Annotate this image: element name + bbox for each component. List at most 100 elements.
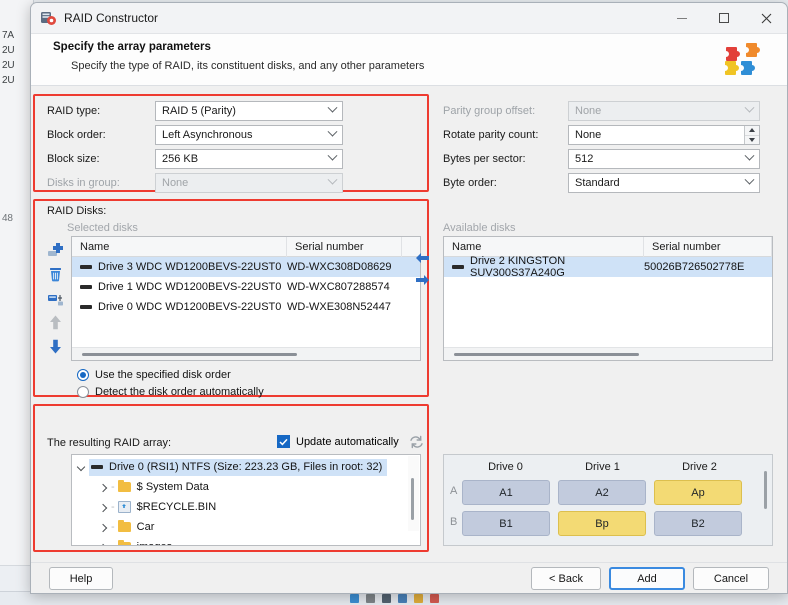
folder-icon	[117, 539, 131, 545]
raid-constructor-icon	[40, 10, 57, 27]
block-order-combo[interactable]: Left Asynchronous	[155, 125, 343, 145]
taskbar-icon[interactable]	[397, 594, 407, 603]
scrollbar-thumb[interactable]	[82, 353, 297, 356]
param-block-order[interactable]: Block order: Left Asynchronous	[47, 125, 421, 145]
radio-indicator[interactable]	[77, 369, 89, 381]
bg-fragment: 7A	[2, 30, 14, 41]
close-icon[interactable]	[745, 3, 787, 34]
tree-row-car[interactable]: - Car	[76, 517, 420, 537]
radio-detect-order-automatically[interactable]: Detect the disk order automatically	[77, 386, 264, 398]
chevron-right-icon[interactable]	[98, 482, 109, 493]
tree-row-system-data[interactable]: - $ System Data	[76, 477, 420, 497]
chevron-right-icon[interactable]	[98, 522, 109, 533]
disk-serial: WD-WXC807288574	[287, 281, 390, 293]
chevron-down-icon[interactable]	[76, 462, 87, 473]
byte-order-combo[interactable]: Standard	[568, 173, 760, 193]
clone-disk-icon[interactable]	[47, 290, 64, 307]
window-controls	[661, 3, 787, 34]
radio-indicator[interactable]	[77, 386, 89, 398]
scrollbar-thumb[interactable]	[454, 353, 639, 356]
delete-disk-icon[interactable]	[47, 266, 64, 283]
raid-array-tree[interactable]: Drive 0 (RSI1) NTFS (Size: 223.23 GB, Fi…	[71, 454, 421, 546]
dialog-footer: Help < Back Add Cancel	[31, 562, 787, 593]
rotate-parity-count-input[interactable]: None	[568, 125, 760, 145]
raid-cell-a2: A2	[558, 480, 646, 505]
selected-disks-list[interactable]: Name Serial number Drive 3 WDC WD1200BEV…	[71, 236, 421, 361]
param-raid-type[interactable]: RAID type: RAID 5 (Parity)	[47, 101, 421, 121]
horizontal-scrollbar[interactable]	[72, 347, 420, 360]
horizontal-scrollbar[interactable]	[444, 347, 772, 360]
parity-group-offset-combo: None	[568, 101, 760, 121]
taskbar-icon[interactable]	[413, 594, 423, 603]
disk-icon	[80, 305, 92, 309]
tree-row-images[interactable]: - images	[76, 537, 420, 546]
tree-item-label: Drive 0 (RSI1) NTFS (Size: 223.23 GB, Fi…	[109, 461, 383, 473]
table-row[interactable]: Drive 3 WDC WD1200BEVS-22UST0 WD-WXC308D…	[72, 257, 420, 277]
folder-icon	[117, 479, 131, 492]
bg-fragment: 2U	[2, 45, 15, 56]
back-button[interactable]: < Back	[531, 567, 601, 590]
tree-row-drive[interactable]: Drive 0 (RSI1) NTFS (Size: 223.23 GB, Fi…	[76, 457, 420, 477]
taskbar-icon[interactable]	[429, 594, 439, 603]
move-down-icon[interactable]	[47, 338, 64, 355]
chevron-right-icon[interactable]	[98, 502, 109, 513]
raid-type-combo[interactable]: RAID 5 (Parity)	[155, 101, 343, 121]
title-bar[interactable]: RAID Constructor	[31, 3, 787, 34]
available-disks-list[interactable]: Name Serial number Drive 2 KINGSTON SUV3…	[443, 236, 773, 361]
row-label-b: B	[450, 516, 458, 528]
chevron-down-icon	[327, 174, 338, 185]
column-header-serial: Serial number	[644, 237, 772, 257]
param-block-size[interactable]: Block size: 256 KB	[47, 149, 421, 169]
taskbar-icon[interactable]	[349, 594, 359, 603]
disk-serial: WD-WXC308D08629	[287, 261, 392, 273]
param-bytes-per-sector[interactable]: Bytes per sector: 512	[443, 149, 773, 169]
cancel-button[interactable]: Cancel	[693, 567, 769, 590]
refresh-icon[interactable]	[409, 435, 424, 452]
param-byte-order[interactable]: Byte order: Standard	[443, 173, 773, 193]
tree-item-label: images	[137, 541, 172, 545]
add-disk-icon[interactable]	[47, 242, 64, 259]
disk-serial: WD-WXE308N52447	[287, 301, 391, 313]
bytes-per-sector-combo[interactable]: 512	[568, 149, 760, 169]
dialog-body: RAID type: RAID 5 (Parity) Block order: …	[31, 86, 787, 593]
help-button[interactable]: Help	[49, 567, 113, 590]
spinner-up-icon[interactable]	[745, 126, 759, 136]
rotate-parity-spinner[interactable]	[744, 126, 759, 144]
tree-row-recycle-bin[interactable]: - $RECYCLE.BIN	[76, 497, 420, 517]
add-button[interactable]: Add	[609, 567, 685, 590]
block-size-combo[interactable]: 256 KB	[155, 149, 343, 169]
column-header-name: Name	[444, 237, 644, 257]
table-row[interactable]: Drive 0 WDC WD1200BEVS-22UST0 WD-WXE308N…	[72, 297, 420, 317]
disk-name: Drive 1 WDC WD1200BEVS-22UST0	[98, 281, 282, 293]
vertical-scrollbar[interactable]	[761, 471, 770, 541]
table-row[interactable]: Drive 1 WDC WD1200BEVS-22UST0 WD-WXC8072…	[72, 277, 420, 297]
chevron-down-icon	[327, 126, 338, 137]
disks-in-group-value: None	[162, 177, 189, 189]
move-left-icon[interactable]	[415, 252, 430, 264]
tree-item-label: $ System Data	[136, 481, 209, 493]
spinner-down-icon[interactable]	[745, 135, 759, 144]
param-rotate-parity-count[interactable]: Rotate parity count: None	[443, 125, 773, 145]
byte-order-value: Standard	[575, 177, 620, 189]
update-automatically-checkbox[interactable]: Update automatically	[277, 435, 399, 448]
move-right-icon[interactable]	[415, 274, 430, 286]
taskbar-icon[interactable]	[381, 594, 391, 603]
result-label: The resulting RAID array:	[47, 437, 172, 449]
disk-serial: 50026B726502778E	[644, 261, 745, 273]
maximize-icon[interactable]	[703, 3, 745, 34]
radio-use-specified-order[interactable]: Use the specified disk order	[77, 369, 231, 381]
param-label: Disks in group:	[47, 177, 120, 189]
table-row[interactable]: Drive 2 KINGSTON SUV300S37A240G 50026B72…	[444, 255, 772, 279]
vertical-scrollbar[interactable]	[408, 456, 419, 531]
scrollbar-thumb[interactable]	[764, 471, 767, 509]
scrollbar-thumb[interactable]	[411, 478, 414, 520]
radio-label: Detect the disk order automatically	[95, 386, 264, 398]
taskbar-icon[interactable]	[365, 594, 375, 603]
drive-header-1: Drive 1	[585, 461, 620, 473]
minimize-icon[interactable]	[661, 3, 703, 34]
chevron-right-icon[interactable]	[98, 542, 109, 546]
checkbox-indicator[interactable]	[277, 435, 290, 448]
puzzle-pieces-icon	[717, 39, 773, 83]
window-title: RAID Constructor	[64, 11, 159, 25]
tree-item-label: Car	[136, 521, 155, 533]
